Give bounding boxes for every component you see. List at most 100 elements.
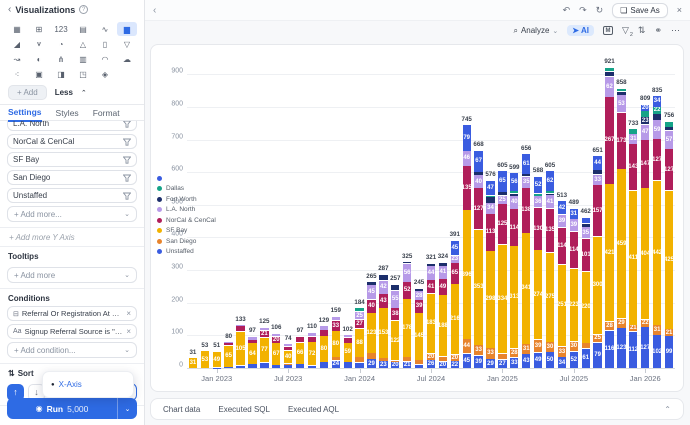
bar-segment[interactable] (344, 338, 352, 343)
bar-segment[interactable]: 33 (474, 345, 482, 355)
bar-segment[interactable]: 49 (439, 279, 447, 294)
bar-segment[interactable] (522, 174, 530, 176)
bar-segment[interactable]: 55 (391, 291, 399, 308)
bar-segment[interactable]: 22 (641, 320, 649, 327)
series-filter-icon[interactable] (123, 133, 131, 151)
bar-segment[interactable]: 39 (534, 340, 542, 352)
result-tab-chart-data[interactable]: Chart data (163, 405, 200, 414)
viz-icon-waterfall[interactable]: ◳ (73, 67, 93, 81)
add-condition-dropdown[interactable]: + Add condition... ⌄ (7, 342, 137, 358)
save-as-button[interactable]: ❏ Save As (612, 3, 668, 18)
bar-segment[interactable]: 20 (427, 354, 435, 360)
bar-segment[interactable]: 28 (605, 322, 613, 331)
bar-segment[interactable]: 183 (427, 294, 435, 353)
analyze-menu[interactable]: ⌕ Analyze ⌄ (513, 26, 558, 36)
ai-assist-button[interactable]: ➤ AI (567, 25, 594, 36)
bar-segment[interactable] (296, 337, 304, 342)
bar-segment[interactable]: 116 (605, 331, 613, 368)
sort-toolbar-icon[interactable]: ⇅ (638, 25, 646, 36)
bar-segment[interactable]: 28 (510, 349, 518, 358)
bar-segment[interactable] (320, 330, 328, 336)
legend-item-unstaffed[interactable]: Unstaffed (157, 247, 216, 258)
bar-segment[interactable]: 62 (546, 171, 554, 191)
bar-segment[interactable]: 123 (367, 313, 375, 353)
bar-segment[interactable] (582, 343, 590, 348)
legend-item-norcal-cencal[interactable]: NorCal & CenCal (157, 215, 216, 226)
bar-segment[interactable] (320, 326, 328, 329)
series-filter-icon[interactable] (123, 169, 131, 187)
bar-segment[interactable]: 52 (534, 177, 542, 193)
viz-icon-scatter[interactable]: ⁖ (7, 67, 27, 81)
viz-icon-row-chart[interactable]: ▥ (73, 52, 93, 66)
bar-segment[interactable]: 275 (546, 253, 554, 342)
bar-segment[interactable]: 31 (522, 344, 530, 354)
bar-segment[interactable] (332, 317, 340, 320)
bar-segment[interactable] (498, 192, 506, 195)
bar-segment[interactable]: 114 (510, 209, 518, 246)
bar-segment[interactable]: 421 (605, 184, 613, 321)
bar-segment[interactable]: 112 (629, 332, 637, 368)
run-query-button[interactable]: ◉ Run 5,000 ⌄ (7, 398, 137, 419)
bar-segment[interactable]: 223 (570, 269, 578, 341)
bar-segment[interactable]: 40 (510, 196, 518, 209)
bar-segment[interactable] (510, 191, 518, 193)
bar-segment[interactable] (367, 353, 375, 358)
bar-segment[interactable]: 62 (605, 77, 613, 97)
bar-segment[interactable]: 125 (498, 204, 506, 244)
bar-segment[interactable]: 36 (534, 196, 542, 207)
bar-segment[interactable]: 39 (474, 356, 482, 368)
undo-icon[interactable]: ↶ (563, 5, 571, 16)
bar-segment[interactable]: 33 (558, 347, 566, 357)
bar-segment[interactable]: 105 (236, 332, 244, 366)
bar-segment[interactable]: 45 (367, 285, 375, 299)
bar-segment[interactable]: 459 (617, 169, 625, 318)
bar-segment[interactable]: 147 (641, 140, 649, 187)
remove-condition-icon[interactable]: × (126, 327, 131, 336)
bar-segment[interactable] (284, 364, 292, 365)
bar-segment[interactable]: 45 (463, 354, 471, 368)
bar-segment[interactable] (439, 263, 447, 266)
bar-segment[interactable] (284, 347, 292, 350)
bar-segment[interactable]: 29 (486, 359, 494, 368)
bar-segment[interactable] (605, 72, 613, 76)
bar-segment[interactable]: 157 (593, 185, 601, 236)
bar-segment[interactable] (391, 285, 399, 290)
bar-segment[interactable]: 442 (653, 181, 661, 325)
bar-segment[interactable] (224, 367, 232, 368)
bar-segment[interactable] (344, 335, 352, 337)
viz-icon-line-chart[interactable]: ∿ (95, 22, 115, 36)
bar-segment[interactable] (415, 360, 423, 364)
bar-segment[interactable]: 267 (605, 97, 613, 184)
bar-segment[interactable]: 114 (558, 228, 566, 265)
bar-segment[interactable]: 40 (284, 351, 292, 364)
bar-segment[interactable]: 25 (355, 312, 363, 320)
viz-icon-area-chart[interactable]: ◢ (7, 37, 27, 51)
legend-item-san-diego[interactable]: San Diego (157, 236, 216, 247)
bar-segment[interactable]: 27 (498, 360, 506, 368)
bar-segment[interactable] (379, 275, 387, 280)
bar-segment[interactable]: 20 (272, 337, 280, 343)
series-filter-icon[interactable] (123, 121, 131, 133)
bar-segment[interactable] (415, 365, 423, 368)
bar-segment[interactable] (224, 343, 232, 345)
bar-segment[interactable]: 34 (486, 203, 494, 214)
bar-segment[interactable]: 22 (653, 107, 661, 114)
bar-segment[interactable]: 396 (463, 210, 471, 339)
viz-icon-heatmap[interactable]: ▣ (29, 67, 49, 81)
bar-segment[interactable]: 66 (296, 343, 304, 364)
bar-segment[interactable]: 101 (582, 239, 590, 271)
series-row[interactable]: NorCal & CenCal (7, 134, 137, 149)
bar-segment[interactable]: 35 (522, 177, 530, 188)
viz-icon-combo-chart[interactable]: ⩛ (29, 37, 49, 51)
series-row[interactable]: Unstaffed (7, 188, 137, 203)
bar-segment[interactable] (379, 358, 387, 360)
bar-segment[interactable]: 29 (367, 359, 375, 368)
bar-segment[interactable]: 33 (332, 321, 340, 331)
bar-segment[interactable]: 31 (653, 325, 661, 335)
bar-segment[interactable]: 53 (617, 95, 625, 112)
bar-segment[interactable]: 67 (474, 151, 482, 172)
run-options-split-button[interactable]: ⌄ (117, 398, 137, 419)
bar-segment[interactable]: 80 (332, 331, 340, 357)
bar-segment[interactable]: 41 (546, 195, 554, 208)
bar-segment[interactable]: 113 (486, 214, 494, 250)
